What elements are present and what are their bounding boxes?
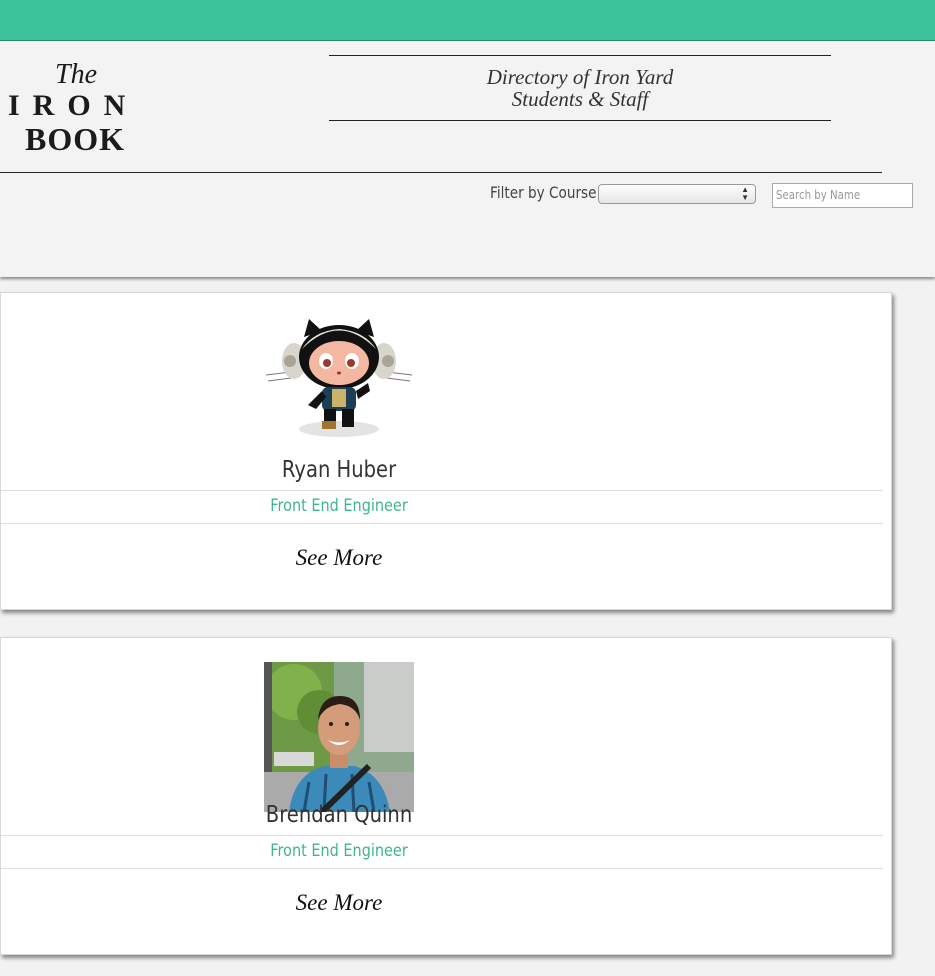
octocat-avatar (265, 319, 413, 437)
tagline: Directory of Iron Yard Students & Staff (329, 55, 831, 121)
tagline-line1: Directory of Iron Yard (486, 65, 674, 89)
person-name: Brendan Quinn (265, 802, 413, 828)
divider (1, 868, 883, 869)
person-card: Ryan Huber Front End Engineer See More (0, 292, 892, 610)
see-more-link[interactable]: See More (1, 545, 677, 571)
person-name: Ryan Huber (281, 457, 397, 483)
divider (1, 523, 883, 524)
divider (1, 490, 883, 491)
filter-label: Filter by Course (490, 183, 597, 202)
tagline-line2: Students & Staff (511, 87, 649, 111)
person-card: Brendan Quinn Front End Engineer See Mor… (0, 637, 892, 955)
photo-avatar (264, 662, 414, 812)
logo-the: The (55, 59, 97, 90)
search-input[interactable]: Search by Name (772, 183, 913, 208)
person-role: Front End Engineer (270, 496, 408, 516)
logo-book: BOOK (25, 121, 126, 157)
see-more-link[interactable]: See More (1, 890, 677, 916)
divider (1, 835, 883, 836)
course-select[interactable]: ▲ ▼ (598, 184, 756, 204)
person-role: Front End Engineer (270, 841, 408, 861)
select-arrows-icon: ▲ ▼ (741, 185, 749, 202)
top-accent-bar (0, 0, 935, 41)
header: The IRON BOOK Directory of Iron Yard Stu… (0, 41, 935, 277)
header-divider (0, 172, 882, 173)
search-placeholder: Search by Name (776, 188, 861, 202)
logo-iron: IRON (8, 89, 139, 122)
